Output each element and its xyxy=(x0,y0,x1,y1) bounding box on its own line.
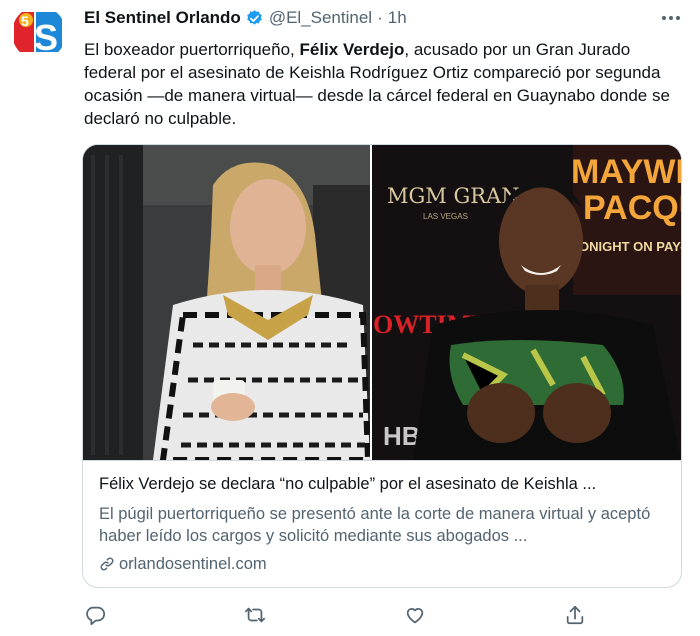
retweet-icon[interactable] xyxy=(244,604,266,626)
author-name[interactable]: El Sentinel Orlando xyxy=(84,8,241,28)
image-text-pacquiao: PACQUI xyxy=(583,189,681,227)
link-icon xyxy=(99,556,115,572)
tweet-text-bold-name: Félix Verdejo xyxy=(299,40,405,59)
tweet-text: El boxeador puertorriqueño, Félix Verdej… xyxy=(84,38,684,130)
separator-dot: · xyxy=(377,8,383,27)
more-icon[interactable] xyxy=(660,8,682,28)
card-title[interactable]: Félix Verdejo se declara “no culpable” p… xyxy=(99,473,669,495)
share-icon[interactable] xyxy=(564,604,586,626)
tweet-timestamp[interactable]: 1h xyxy=(388,8,407,28)
card-description: El púgil puertorriqueño se presentó ante… xyxy=(99,505,651,545)
avatar[interactable]: 5 S xyxy=(12,6,66,60)
image-text-mayweather: MAYWEA xyxy=(571,153,681,191)
verified-badge-icon xyxy=(245,9,264,28)
card-meta[interactable]: Félix Verdejo se declara “no culpable” p… xyxy=(83,460,681,587)
avatar-badge-number: 5 xyxy=(21,13,29,29)
image-text-mgm-sub: LAS VEGAS xyxy=(423,212,468,221)
image-text-hbo: HB xyxy=(383,421,421,451)
link-card[interactable]: MGM GRAND LAS VEGAS MAYWEA PACQUI ONIGHT… xyxy=(82,144,682,588)
avatar-logo-letter: S xyxy=(34,17,58,58)
tweet[interactable]: 5 S El Sentinel Orlando @El_Sentinel · 1… xyxy=(0,0,700,636)
author-handle[interactable]: @El_Sentinel xyxy=(269,8,372,28)
tweet-actions xyxy=(84,604,684,628)
reply-icon[interactable] xyxy=(84,604,106,626)
card-domain[interactable]: orlandosentinel.com xyxy=(99,553,267,575)
image-text-ppv: ONIGHT ON PAY-PE xyxy=(579,239,681,254)
card-image[interactable]: MGM GRAND LAS VEGAS MAYWEA PACQUI ONIGHT… xyxy=(83,145,681,460)
card-domain-text[interactable]: orlandosentinel.com xyxy=(119,553,267,575)
like-icon[interactable] xyxy=(404,604,426,626)
tweet-text-start: El boxeador puertorriqueño, xyxy=(84,40,300,59)
tweet-header: El Sentinel Orlando @El_Sentinel · 1h xyxy=(84,6,407,30)
